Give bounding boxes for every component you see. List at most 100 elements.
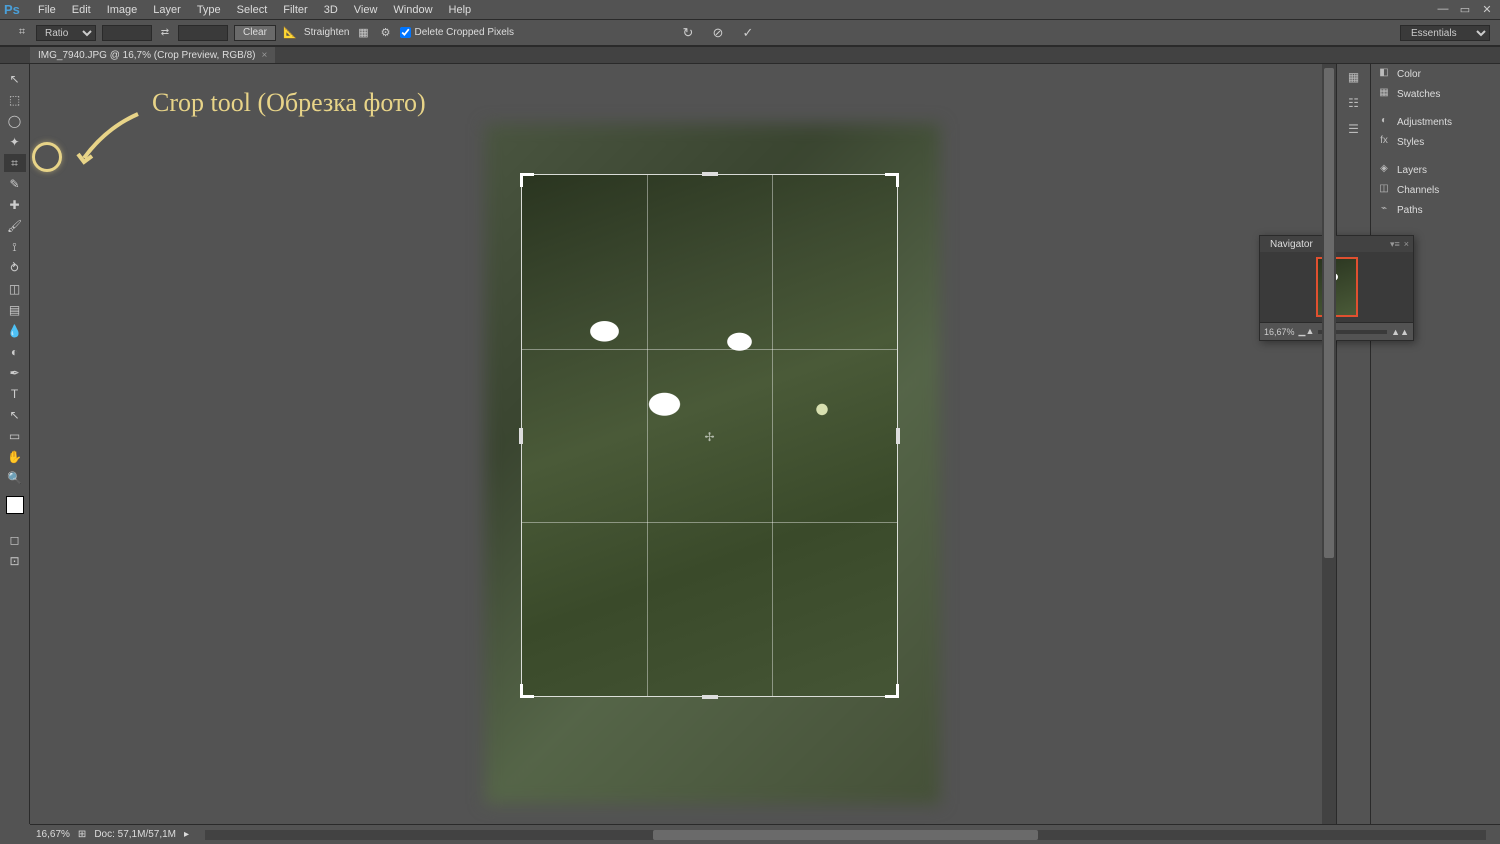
tab-close-icon[interactable]: × xyxy=(261,50,267,61)
swap-icon[interactable]: ⇄ xyxy=(158,27,172,38)
lasso-tool[interactable]: ◯ xyxy=(4,112,26,130)
annotation-highlight-circle xyxy=(32,142,62,172)
menu-3d[interactable]: 3D xyxy=(316,2,346,18)
crop-handle-bottom-right[interactable] xyxy=(885,684,899,698)
crop-handle-top-right[interactable] xyxy=(885,173,899,187)
navigator-preview[interactable] xyxy=(1260,252,1413,322)
status-expand-icon[interactable]: ⊞ xyxy=(78,829,86,840)
panel-menu-icon[interactable]: ▾≡ xyxy=(1390,239,1400,250)
menu-bar: Ps File Edit Image Layer Type Select Fil… xyxy=(0,0,1500,20)
shape-tool[interactable]: ▭ xyxy=(4,427,26,445)
crop-handle-top-left[interactable] xyxy=(520,173,534,187)
commit-crop-icon[interactable]: ✓ xyxy=(740,25,756,41)
history-brush-tool[interactable]: ⥁ xyxy=(4,259,26,277)
gradient-tool[interactable]: ▤ xyxy=(4,301,26,319)
cancel-crop-icon[interactable]: ⊘ xyxy=(710,25,726,41)
panel-adjustments[interactable]: ◐Adjustments xyxy=(1371,112,1500,132)
zoom-out-icon[interactable]: ▁▲ xyxy=(1299,326,1315,337)
navigator-zoom-value: 16,67% xyxy=(1264,327,1295,337)
panel-layers[interactable]: ◈Layers xyxy=(1371,160,1500,180)
panel-paths[interactable]: ⌁Paths xyxy=(1371,200,1500,220)
crop-handle-bottom-left[interactable] xyxy=(520,684,534,698)
navigator-tab[interactable]: Navigator xyxy=(1264,238,1319,251)
pen-tool[interactable]: ✒ xyxy=(4,364,26,382)
panel-swatches[interactable]: ▦Swatches xyxy=(1371,84,1500,104)
vertical-scrollbar[interactable] xyxy=(1322,64,1336,824)
eraser-tool[interactable]: ◫ xyxy=(4,280,26,298)
menu-edit[interactable]: Edit xyxy=(64,2,99,18)
move-tool[interactable]: ↖ xyxy=(4,70,26,88)
menu-view[interactable]: View xyxy=(346,2,386,18)
layers-icon: ◈ xyxy=(1377,163,1391,177)
heal-tool[interactable]: ✚ xyxy=(4,196,26,214)
crop-handle-bottom[interactable] xyxy=(702,695,718,699)
app-logo: Ps xyxy=(4,2,24,18)
panel-channels[interactable]: ◫Channels xyxy=(1371,180,1500,200)
panel-close-icon[interactable]: × xyxy=(1404,239,1409,249)
ratio-select[interactable]: Ratio xyxy=(36,25,96,41)
dock-icon-2[interactable]: ☷ xyxy=(1345,96,1363,110)
stamp-tool[interactable]: ⟟ xyxy=(4,238,26,256)
status-chevron-icon[interactable]: ▸ xyxy=(184,829,189,840)
panel-color[interactable]: ◧Color xyxy=(1371,64,1500,84)
zoom-tool[interactable]: 🔍 xyxy=(4,469,26,487)
hand-tool[interactable]: ✋ xyxy=(4,448,26,466)
right-panels: ◧Color ▦Swatches ◐Adjustments fxStyles ◈… xyxy=(1370,64,1500,824)
document-tab[interactable]: IMG_7940.JPG @ 16,7% (Crop Preview, RGB/… xyxy=(30,47,275,63)
menu-type[interactable]: Type xyxy=(189,2,229,18)
dodge-tool[interactable]: ◐ xyxy=(4,343,26,361)
overlay-grid-icon[interactable]: ▦ xyxy=(356,25,372,41)
zoom-in-icon[interactable]: ▲▲ xyxy=(1391,327,1409,337)
navigator-panel[interactable]: Navigator ▾≡ × 16,67% ▁▲ ▲▲ xyxy=(1259,235,1414,341)
crop-height-input[interactable] xyxy=(178,25,228,41)
vertical-scroll-thumb[interactable] xyxy=(1324,68,1334,558)
crop-width-input[interactable] xyxy=(102,25,152,41)
menu-filter[interactable]: Filter xyxy=(275,2,315,18)
status-zoom: 16,67% xyxy=(36,829,70,840)
marquee-tool[interactable]: ⬚ xyxy=(4,91,26,109)
canvas-area[interactable]: ✢ Crop tool (Обрезка фото) xyxy=(30,64,1336,824)
crop-handle-right[interactable] xyxy=(896,428,900,444)
toolbox: ↖ ⬚ ◯ ✦ ⌗ ✎ ✚ 🖌 ⟟ ⥁ ◫ ▤ 💧 ◐ ✒ T ↖ ▭ ✋ 🔍 ◻ ⊡ xyxy=(0,64,30,824)
wand-tool[interactable]: ✦ xyxy=(4,133,26,151)
path-tool[interactable]: ↖ xyxy=(4,406,26,424)
blur-tool[interactable]: 💧 xyxy=(4,322,26,340)
menu-image[interactable]: Image xyxy=(99,2,146,18)
type-tool[interactable]: T xyxy=(4,385,26,403)
adjustments-icon: ◐ xyxy=(1377,115,1391,129)
horizontal-scrollbar[interactable] xyxy=(205,830,1486,840)
screenmode-toggle[interactable]: ⊡ xyxy=(4,552,26,570)
menu-layer[interactable]: Layer xyxy=(145,2,189,18)
dock-icon-3[interactable]: ☰ xyxy=(1345,122,1363,136)
quickmask-toggle[interactable]: ◻ xyxy=(4,531,26,549)
panel-styles[interactable]: fxStyles xyxy=(1371,132,1500,152)
delete-cropped-input[interactable] xyxy=(400,27,411,38)
delete-cropped-checkbox[interactable]: Delete Cropped Pixels xyxy=(400,27,515,38)
brush-tool[interactable]: 🖌 xyxy=(4,217,26,235)
foreground-background-colors[interactable] xyxy=(6,496,24,514)
maximize-icon[interactable]: ▭ xyxy=(1456,3,1474,17)
document-tab-bar: IMG_7940.JPG @ 16,7% (Crop Preview, RGB/… xyxy=(0,46,1500,64)
close-icon[interactable]: ✕ xyxy=(1478,3,1496,17)
straighten-icon[interactable]: 📐 xyxy=(282,25,298,41)
crop-handle-left[interactable] xyxy=(519,428,523,444)
crop-center-icon: ✢ xyxy=(704,430,716,442)
workspace-select[interactable]: Essentials xyxy=(1400,25,1490,41)
crop-tool[interactable]: ⌗ xyxy=(4,154,26,172)
crop-options-gear-icon[interactable]: ⚙ xyxy=(378,25,394,41)
minimize-icon[interactable]: — xyxy=(1434,3,1452,17)
straighten-label[interactable]: Straighten xyxy=(304,27,350,38)
status-doc-size: Doc: 57,1M/57,1M xyxy=(94,829,176,840)
crop-handle-top[interactable] xyxy=(702,172,718,176)
crop-tool-icon: ⌗ xyxy=(14,25,30,41)
crop-frame[interactable]: ✢ xyxy=(521,174,898,697)
color-icon: ◧ xyxy=(1377,67,1391,81)
reset-crop-icon[interactable]: ↻ xyxy=(680,25,696,41)
menu-window[interactable]: Window xyxy=(385,2,440,18)
clear-button[interactable]: Clear xyxy=(234,25,276,41)
eyedrop-tool[interactable]: ✎ xyxy=(4,175,26,193)
menu-file[interactable]: File xyxy=(30,2,64,18)
menu-select[interactable]: Select xyxy=(229,2,276,18)
menu-help[interactable]: Help xyxy=(441,2,480,18)
dock-icon-1[interactable]: ▦ xyxy=(1345,70,1363,84)
